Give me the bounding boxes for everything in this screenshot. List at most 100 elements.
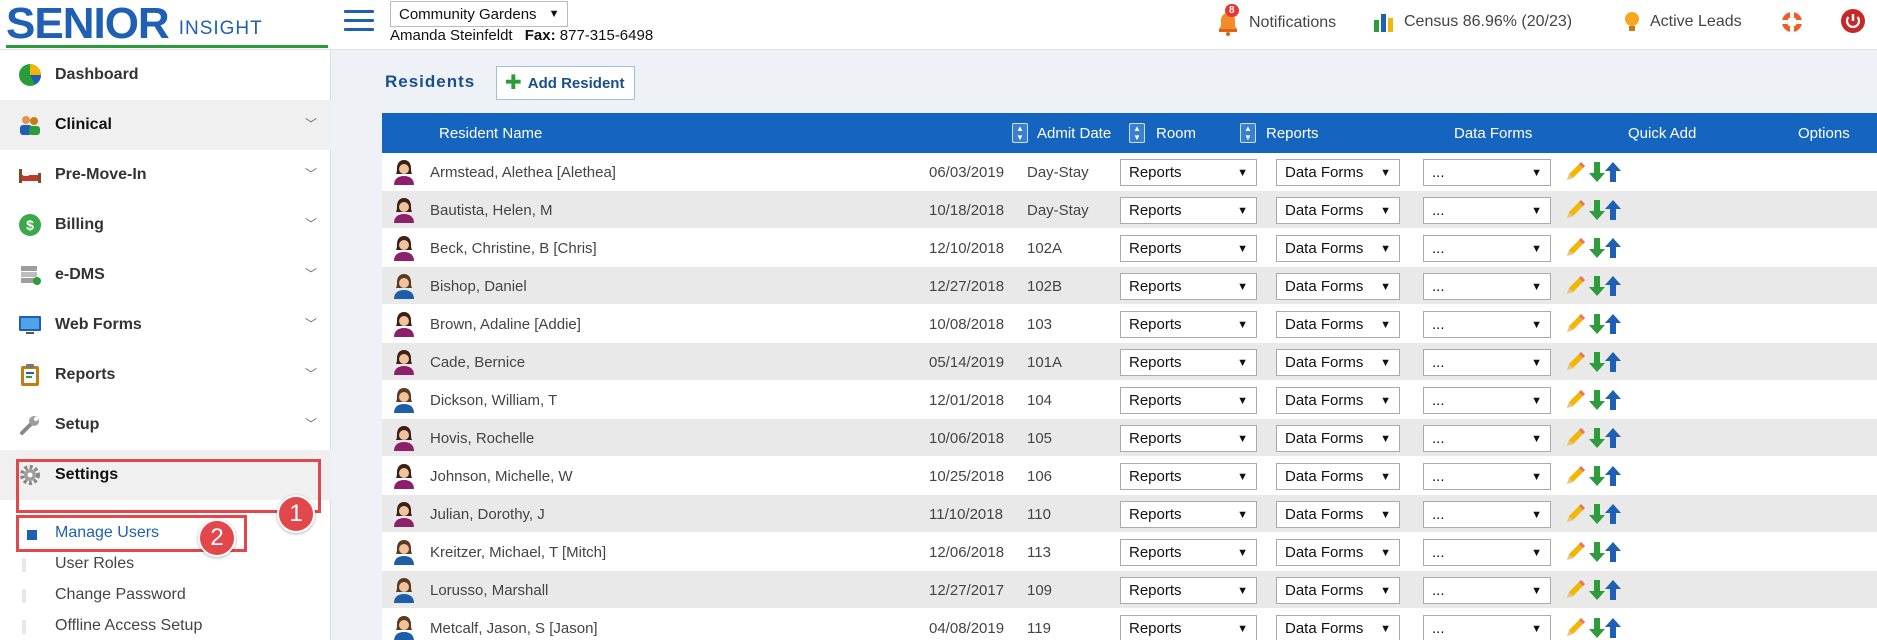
table-row[interactable]: Lorusso, Marshall 12/27/2017 109 Reports ▼ Da… <box>382 571 1877 609</box>
col-resident-name[interactable]: Resident Name <box>439 125 542 142</box>
data-forms-select[interactable]: Data Forms ▼ <box>1276 615 1400 640</box>
data-forms-select[interactable]: Data Forms ▼ <box>1276 273 1400 300</box>
quick-add-select[interactable]: ... ▼ <box>1423 235 1551 262</box>
resident-name[interactable]: Lorusso, Marshall <box>430 582 548 599</box>
transfer-arrows-icon[interactable] <box>1588 578 1622 602</box>
transfer-arrows-icon[interactable] <box>1588 236 1622 260</box>
quick-add-select[interactable]: ... ▼ <box>1423 349 1551 376</box>
transfer-arrows-icon[interactable] <box>1588 540 1622 564</box>
data-forms-select[interactable]: Data Forms ▼ <box>1276 159 1400 186</box>
menu-toggle-icon[interactable] <box>344 10 374 32</box>
reports-select[interactable]: Reports ▼ <box>1120 577 1257 604</box>
sidebar-item-pre-move-in[interactable]: Pre-Move-In ﹀ <box>0 150 331 200</box>
table-row[interactable]: Kreitzer, Michael, T [Mitch] 12/06/2018 11… <box>382 533 1877 571</box>
quick-add-select[interactable]: ... ▼ <box>1423 463 1551 490</box>
edit-pencil-icon[interactable] <box>1563 274 1587 298</box>
edit-pencil-icon[interactable] <box>1563 350 1587 374</box>
quick-add-select[interactable]: ... ▼ <box>1423 273 1551 300</box>
table-row[interactable]: Cade, Bernice 05/14/2019 101A Reports ▼ Data … <box>382 343 1877 381</box>
table-row[interactable]: Hovis, Rochelle 10/06/2018 105 Reports ▼ Data… <box>382 419 1877 457</box>
table-row[interactable]: Metcalf, Jason, S [Jason] 04/08/2019 119 Re… <box>382 609 1877 640</box>
sidebar-item-e-dms[interactable]: e-DMS ﹀ <box>0 250 331 300</box>
edit-pencil-icon[interactable] <box>1563 578 1587 602</box>
quick-add-select[interactable]: ... ▼ <box>1423 539 1551 566</box>
data-forms-select[interactable]: Data Forms ▼ <box>1276 577 1400 604</box>
add-resident-button[interactable]: ✚ Add Resident <box>496 66 636 100</box>
data-forms-select[interactable]: Data Forms ▼ <box>1276 235 1400 262</box>
data-forms-select[interactable]: Data Forms ▼ <box>1276 463 1400 490</box>
edit-pencil-icon[interactable] <box>1563 426 1587 450</box>
sidebar-item-web-forms[interactable]: Web Forms ﹀ <box>0 300 331 350</box>
quick-add-select[interactable]: ... ▼ <box>1423 425 1551 452</box>
quick-add-select[interactable]: ... ▼ <box>1423 311 1551 338</box>
sidebar-item-clinical[interactable]: Clinical ﹀ <box>0 100 331 150</box>
data-forms-select[interactable]: Data Forms ▼ <box>1276 425 1400 452</box>
reports-select[interactable]: Reports ▼ <box>1120 425 1257 452</box>
data-forms-select[interactable]: Data Forms ▼ <box>1276 349 1400 376</box>
table-row[interactable]: Armstead, Alethea [Alethea] 06/03/2019 Day… <box>382 153 1877 191</box>
edit-pencil-icon[interactable] <box>1563 502 1587 526</box>
quick-add-select[interactable]: ... ▼ <box>1423 387 1551 414</box>
transfer-arrows-icon[interactable] <box>1588 388 1622 412</box>
resident-name[interactable]: Bishop, Daniel <box>430 278 527 295</box>
transfer-arrows-icon[interactable] <box>1588 198 1622 222</box>
edit-pencil-icon[interactable] <box>1563 198 1587 222</box>
table-row[interactable]: Bishop, Daniel 12/27/2018 102B Reports ▼ Data… <box>382 267 1877 305</box>
table-row[interactable]: Bautista, Helen, M 10/18/2018 Day-Stay Repo… <box>382 191 1877 229</box>
transfer-arrows-icon[interactable] <box>1588 350 1622 374</box>
resident-name[interactable]: Metcalf, Jason, S [Jason] <box>430 620 598 637</box>
resident-name[interactable]: Johnson, Michelle, W <box>430 468 573 485</box>
resident-name[interactable]: Julian, Dorothy, J <box>430 506 545 523</box>
table-row[interactable]: Dickson, William, T 12/01/2018 104 Reports ▼… <box>382 381 1877 419</box>
transfer-arrows-icon[interactable] <box>1588 274 1622 298</box>
data-forms-select[interactable]: Data Forms ▼ <box>1276 387 1400 414</box>
quick-add-select[interactable]: ... ▼ <box>1423 615 1551 640</box>
reports-select[interactable]: Reports ▼ <box>1120 539 1257 566</box>
reports-select[interactable]: Reports ▼ <box>1120 235 1257 262</box>
reports-select[interactable]: Reports ▼ <box>1120 197 1257 224</box>
table-row[interactable]: Julian, Dorothy, J 11/10/2018 110 Reports ▼ D… <box>382 495 1877 533</box>
reports-select[interactable]: Reports ▼ <box>1120 273 1257 300</box>
power-logout-icon[interactable] <box>1840 8 1866 38</box>
sidebar-item-dashboard[interactable]: Dashboard <box>0 50 331 100</box>
table-row[interactable]: Johnson, Michelle, W 10/25/2018 106 Reports… <box>382 457 1877 495</box>
sidebar-sub-change-password[interactable]: Change Password <box>55 586 186 604</box>
reports-select[interactable]: Reports ▼ <box>1120 311 1257 338</box>
active-leads-button[interactable]: Active Leads <box>1622 10 1742 34</box>
edit-pencil-icon[interactable] <box>1563 236 1587 260</box>
edit-pencil-icon[interactable] <box>1563 616 1587 640</box>
quick-add-select[interactable]: ... ▼ <box>1423 159 1551 186</box>
sidebar-sub-offline-access-setup[interactable]: Offline Access Setup <box>55 617 202 635</box>
resident-name[interactable]: Bautista, Helen, M <box>430 202 553 219</box>
quick-add-select[interactable]: ... ▼ <box>1423 501 1551 528</box>
reports-select[interactable]: Reports ▼ <box>1120 463 1257 490</box>
sidebar-item-billing[interactable]: $ Billing ﹀ <box>0 200 331 250</box>
resident-name[interactable]: Brown, Adaline [Addie] <box>430 316 581 333</box>
resident-name[interactable]: Cade, Bernice <box>430 354 525 371</box>
edit-pencil-icon[interactable] <box>1563 540 1587 564</box>
data-forms-select[interactable]: Data Forms ▼ <box>1276 539 1400 566</box>
reports-select[interactable]: Reports ▼ <box>1120 349 1257 376</box>
resident-name[interactable]: Kreitzer, Michael, T [Mitch] <box>430 544 606 561</box>
col-admit-date[interactable]: Admit Date <box>1037 125 1111 142</box>
reports-select[interactable]: Reports ▼ <box>1120 501 1257 528</box>
transfer-arrows-icon[interactable] <box>1588 616 1622 640</box>
resident-name[interactable]: Dickson, William, T <box>430 392 557 409</box>
data-forms-select[interactable]: Data Forms ▼ <box>1276 311 1400 338</box>
quick-add-select[interactable]: ... ▼ <box>1423 577 1551 604</box>
data-forms-select[interactable]: Data Forms ▼ <box>1276 501 1400 528</box>
community-select[interactable]: Community Gardens ▼ <box>390 1 569 27</box>
notifications-button[interactable]: 8 Notifications <box>1215 4 1336 36</box>
sidebar-item-setup[interactable]: Setup ﹀ <box>0 400 331 450</box>
sidebar-sub-user-roles[interactable]: User Roles <box>55 555 134 573</box>
logo[interactable]: SENIOR INSIGHT <box>6 2 263 46</box>
edit-pencil-icon[interactable] <box>1563 464 1587 488</box>
sort-icon[interactable]: ▲ ▼ <box>1129 123 1145 143</box>
edit-pencil-icon[interactable] <box>1563 388 1587 412</box>
table-row[interactable]: Brown, Adaline [Addie] 10/08/2018 103 Repor… <box>382 305 1877 343</box>
resident-name[interactable]: Hovis, Rochelle <box>430 430 534 447</box>
reports-select[interactable]: Reports ▼ <box>1120 387 1257 414</box>
data-forms-select[interactable]: Data Forms ▼ <box>1276 197 1400 224</box>
resident-name[interactable]: Beck, Christine, B [Chris] <box>430 240 597 257</box>
transfer-arrows-icon[interactable] <box>1588 502 1622 526</box>
